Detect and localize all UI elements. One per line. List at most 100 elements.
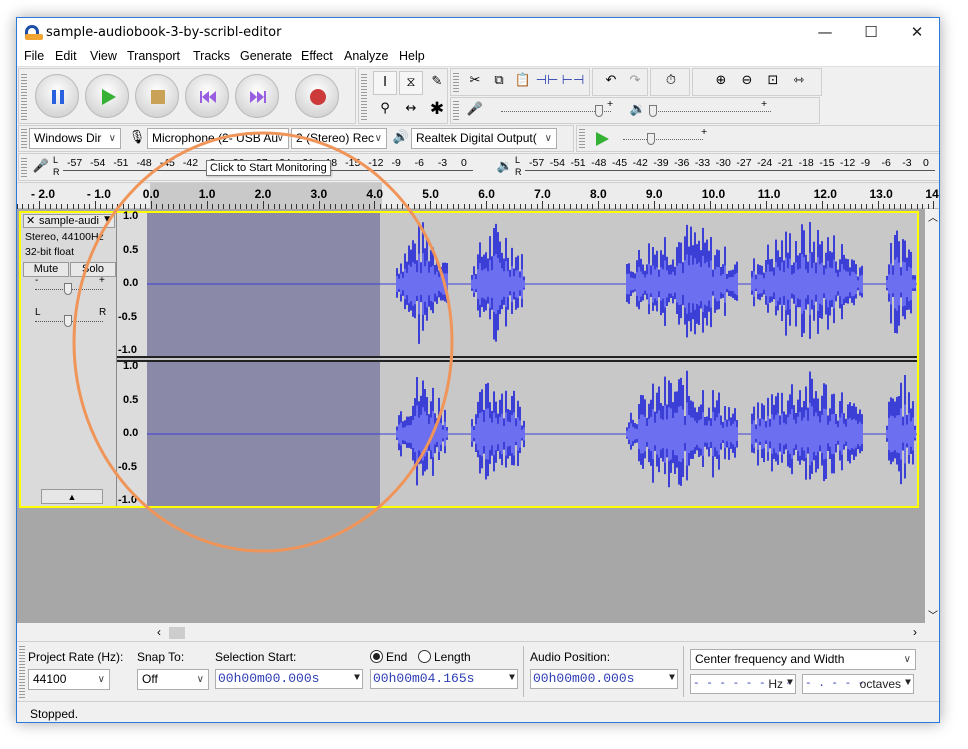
redo-icon[interactable]: ↷ (623, 70, 647, 94)
scroll-down-icon[interactable]: ﹀ (928, 607, 938, 622)
length-radio[interactable] (418, 650, 431, 663)
menu-analyze[interactable]: Analyze (344, 49, 388, 63)
fit-project-icon[interactable]: ⇿ (787, 70, 811, 94)
trim-icon[interactable]: ⊣⊢ (535, 70, 559, 94)
speed-track (623, 139, 703, 140)
menu-tracks[interactable]: Tracks (193, 49, 230, 63)
center-frequency-field[interactable]: - - - - - - . - - Hz ▼ (690, 674, 796, 694)
mixer-toolbar: 🎤 + 🔉 + (450, 97, 820, 124)
play-button[interactable] (85, 74, 129, 118)
playback-meter[interactable]: -57 -54 -51 -48 -45 -42 -39 -36 -33 -30 -27 -24 -21-… (525, 154, 935, 181)
dropdown-arrow-icon: ▼ (508, 673, 515, 684)
scroll-right-icon[interactable]: › (913, 625, 917, 639)
track-format: Stereo, 44100Hz (25, 231, 104, 243)
track-area[interactable]: ✕ sample-audi ▼ Stereo, 44100Hz 32-bit f… (17, 209, 925, 623)
multi-tool-icon[interactable]: ✱ (425, 98, 449, 122)
snap-to-select[interactable]: Off ∨ (137, 669, 209, 690)
dropdown-arrow-icon: ▼ (668, 673, 675, 684)
copy-icon[interactable]: ⧉ (487, 70, 511, 94)
scroll-left-icon[interactable]: ‹ (157, 625, 161, 639)
playback-meter-icon[interactable]: 🔉 (493, 156, 517, 180)
chevron-down-icon: ∨ (196, 674, 204, 685)
minimize-button[interactable]: — (802, 18, 848, 46)
scroll-up-icon[interactable]: ︿ (928, 209, 938, 224)
end-radio[interactable] (370, 650, 383, 663)
app-window: sample-audiobook-3-by-scribl-editor — ☐ … (16, 17, 940, 723)
solo-button[interactable]: Solo (70, 262, 116, 277)
track-control-panel: ✕ sample-audi ▼ Stereo, 44100Hz 32-bit f… (21, 213, 117, 506)
audio-track[interactable]: ✕ sample-audi ▼ Stereo, 44100Hz 32-bit f… (19, 210, 919, 508)
toolbar-grip[interactable] (21, 72, 27, 120)
timeline-minor-tick (933, 201, 935, 209)
collapse-track-button[interactable]: ▲ (41, 489, 103, 504)
skip-end-icon (250, 91, 266, 103)
vertical-scrollbar[interactable]: ︿ ﹀ (925, 209, 939, 625)
zoom-in-icon[interactable]: ⊕ (709, 70, 733, 94)
end-label: End (386, 650, 408, 664)
sync-lock-icon[interactable]: ⏱ (659, 70, 683, 94)
timeline-tick-label: - 2.0 (31, 187, 56, 201)
mute-button[interactable]: Mute (23, 262, 69, 277)
track-close-icon[interactable]: ✕ (26, 214, 35, 227)
skip-to-start-button[interactable] (185, 74, 229, 118)
speed-slider[interactable] (647, 133, 655, 145)
skip-to-end-button[interactable] (235, 74, 279, 118)
scroll-thumb[interactable] (169, 627, 185, 639)
fit-selection-icon[interactable]: ⊡ (761, 70, 785, 94)
menu-generate[interactable]: Generate (240, 49, 292, 63)
menu-edit[interactable]: Edit (55, 49, 77, 63)
track-menu-arrow-icon[interactable]: ▼ (102, 214, 112, 225)
stop-button[interactable] (135, 74, 179, 118)
envelope-tool-icon[interactable]: ⧖ (399, 71, 423, 95)
meter-tick-label: -12 (840, 157, 856, 169)
meter-right-label: R (53, 167, 60, 177)
timeline-tick-label: 1.0 (198, 187, 216, 201)
draw-tool-icon[interactable]: ✎ (425, 71, 449, 95)
timeshift-tool-icon[interactable]: ↔ (399, 98, 423, 122)
pan-slider[interactable] (64, 315, 72, 327)
zoom-tool-icon[interactable]: ⚲ (373, 98, 397, 122)
record-volume-slider[interactable] (595, 105, 603, 117)
recording-channels-value: 2 (Stereo) Rec (296, 131, 375, 145)
silence-icon[interactable]: ⊢⊣ (561, 70, 585, 94)
status-text: Stopped. (30, 707, 79, 721)
play-at-speed-icon[interactable] (593, 130, 611, 148)
bandwidth-field[interactable]: - . - - - octaves ▼ (802, 674, 914, 694)
recording-device-select[interactable]: Microphone (2- USB Au ∨ (147, 128, 289, 149)
timeline-minor-tick (542, 201, 544, 209)
timeline-minor-tick (39, 201, 40, 209)
menu-help[interactable]: Help (399, 49, 425, 63)
pause-button[interactable] (35, 74, 79, 118)
spectral-mode-select[interactable]: Center frequency and Width ∨ (690, 649, 916, 670)
menu-effect[interactable]: Effect (301, 49, 333, 63)
timeline-ruler[interactable]: - 2.0 - 1.0 0.0 1.0 2.0 3.0 4.0 5.0 6.0 7.0 8.0 9.0… (17, 182, 939, 209)
pan-right-label: R (99, 307, 107, 318)
playback-device-select[interactable]: Realtek Digital Output(∨ (411, 128, 557, 149)
project-rate-select[interactable]: 44100 ∨ (28, 669, 110, 690)
audio-host-select[interactable]: Windows Dir ∨ (29, 128, 121, 149)
menu-transport[interactable]: Transport (127, 49, 180, 63)
zoom-out-icon[interactable]: ⊖ (735, 70, 759, 94)
menu-view[interactable]: View (90, 49, 117, 63)
maximize-button[interactable]: ☐ (848, 18, 894, 46)
selection-tool-icon[interactable]: I (373, 71, 397, 95)
record-meter-icon[interactable]: 🎤 (29, 156, 53, 180)
toolbar-grip (453, 72, 459, 92)
cut-icon[interactable]: ✂ (463, 70, 487, 94)
undo-icon[interactable]: ↶ (599, 70, 623, 94)
meter-tick-label: -6 (881, 157, 891, 169)
audio-position-field[interactable]: 00h00m00.000s ▼ (530, 669, 678, 689)
selection-end-field[interactable]: 00h00m04.165s ▼ (370, 669, 518, 689)
horizontal-scrollbar[interactable]: ‹ › (17, 625, 925, 641)
zoom-toolbar: ⊕ ⊖ ⊡ ⇿ (692, 68, 822, 96)
playback-volume-slider[interactable] (649, 105, 657, 117)
paste-icon[interactable]: 📋 (511, 70, 535, 94)
gain-slider[interactable] (64, 283, 72, 295)
track-name-bar[interactable]: ✕ sample-audi ▼ (23, 214, 115, 228)
menu-file[interactable]: File (24, 49, 44, 63)
waveform[interactable] (147, 213, 917, 506)
record-button[interactable] (295, 74, 339, 118)
recording-channels-select[interactable]: 2 (Stereo) Rec ∨ (291, 128, 387, 149)
selection-start-field[interactable]: 00h00m00.000s ▼ (215, 669, 363, 689)
close-button[interactable]: ✕ (894, 18, 939, 46)
